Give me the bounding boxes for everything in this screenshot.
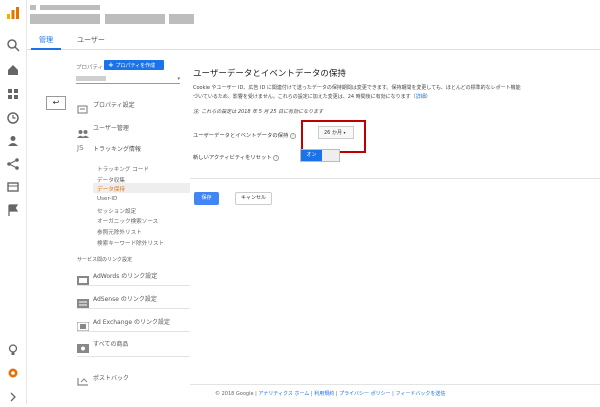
footer-link-analytics-home[interactable]: アナリティクス ホーム: [258, 391, 309, 397]
tracking-js-icon: JS: [77, 144, 84, 152]
acquisition-icon[interactable]: [6, 156, 20, 170]
expand-chevron-icon[interactable]: [8, 388, 22, 402]
nav-adwords-link[interactable]: AdWords のリンク設定: [93, 271, 157, 280]
person-icon[interactable]: [6, 133, 20, 147]
blurred-account: [40, 5, 100, 10]
adsense-icon: [77, 293, 89, 308]
divider: [190, 178, 600, 179]
property-selector[interactable]: ▾: [76, 76, 180, 84]
divider: [77, 331, 190, 332]
adexchange-icon: [76, 316, 90, 332]
divider: [190, 384, 600, 385]
footer-links: © 2018 Google | アナリティクス ホーム | 利用規約 | プライ…: [215, 391, 446, 397]
customization-icon[interactable]: [6, 86, 20, 100]
nav-referral-exclusion[interactable]: 参照元除外リスト: [97, 228, 142, 236]
data-retention-panel: ユーザーデータとイベントデータの保持 Cookie やユーザー ID、広告 ID…: [190, 50, 600, 382]
reset-toggle[interactable]: オン: [300, 149, 340, 162]
nav-tracking-code[interactable]: トラッキング コード: [97, 165, 149, 173]
divider: [77, 285, 190, 286]
save-button[interactable]: 保存: [194, 192, 219, 205]
behavior-icon[interactable]: [6, 179, 20, 193]
property-settings-icon: [77, 99, 89, 114]
page-title: ユーザーデータとイベントデータの保持: [193, 69, 346, 79]
help-icon[interactable]: ?: [273, 155, 280, 161]
blurred-account: [169, 14, 194, 24]
nav-tracking-info[interactable]: トラッキング情報: [93, 144, 141, 153]
divider: [77, 308, 190, 309]
nav-user-id[interactable]: User-ID: [97, 196, 117, 202]
toggle-on: オン: [301, 150, 322, 161]
nav-data-retention[interactable]: データ保持: [97, 185, 125, 193]
nav-adexchange-link[interactable]: Ad Exchange のリンク設定: [93, 317, 170, 326]
effective-note: 注: これらの設定は 2018 年 5 月 25 日に有効になります: [193, 109, 324, 115]
chevron-down-icon: ▾: [177, 76, 180, 82]
nav-search-term-exclusion[interactable]: 検索キーワード除外リスト: [97, 239, 164, 247]
back-button[interactable]: ↩: [46, 96, 66, 110]
admin-tabs: 管理 ユーザー: [27, 30, 600, 50]
cancel-button[interactable]: キャンセル: [235, 192, 272, 205]
home-icon[interactable]: [6, 62, 20, 76]
back-arrow-icon: ↩: [52, 98, 60, 107]
left-nav-rail: [0, 0, 27, 404]
detail-link[interactable]: 詳細: [416, 94, 426, 100]
tab-admin[interactable]: 管理: [39, 35, 53, 45]
all-products-icon: [77, 338, 89, 353]
blurred-account: [105, 14, 165, 24]
description-line-2: づいているため、影響を受けません。これらの設定に加えた変更は、24 時間後に有効…: [193, 94, 431, 100]
nav-all-products[interactable]: すべての商品: [93, 339, 128, 348]
description-line-1: Cookie やユーザー ID、広告 ID に関連付けて送ったデータの保持期間は…: [193, 85, 521, 91]
users-icon: [77, 123, 89, 138]
reset-activity-label: 新しいアクティビティをリセット ?: [193, 155, 280, 161]
tab-user[interactable]: ユーザー: [77, 35, 105, 45]
blurred-property-name: [76, 76, 106, 81]
property-column: プロパティ + プロパティを作成 ▾ ↩ プロパティ設定 ユーザー管理 JS ト…: [44, 50, 190, 386]
help-icon[interactable]: ?: [289, 133, 296, 139]
nav-property-settings[interactable]: プロパティ設定: [93, 100, 135, 109]
search-icon[interactable]: [6, 37, 20, 52]
blurred-account: [30, 5, 36, 10]
postback-icon: [77, 371, 89, 386]
copyright: © 2018 Google: [215, 391, 254, 397]
property-label: プロパティ: [76, 65, 104, 71]
flag-icon[interactable]: [6, 202, 20, 216]
divider: [77, 356, 190, 357]
footer-link-privacy[interactable]: プライバシー ポリシー: [339, 391, 391, 397]
account-bar: [27, 0, 600, 30]
footer-link-terms[interactable]: 利用規約: [314, 391, 334, 397]
nav-organic-search-sources[interactable]: オーガニック検索ソース: [97, 217, 158, 225]
lightbulb-icon[interactable]: [6, 342, 20, 356]
nav-adsense-link[interactable]: AdSense のリンク設定: [93, 294, 157, 303]
service-link-heading: サービス間のリンク設定: [77, 257, 133, 263]
plus-icon: +: [108, 61, 114, 69]
gear-icon[interactable]: [6, 365, 20, 379]
blurred-account: [30, 14, 100, 24]
footer-link-feedback[interactable]: フィードバックを送信: [395, 391, 445, 397]
adwords-icon: [77, 270, 89, 285]
analytics-logo-icon[interactable]: [6, 5, 20, 19]
clock-icon[interactable]: [6, 110, 20, 124]
nav-postback[interactable]: ポストバック: [93, 373, 129, 382]
nav-session-settings[interactable]: セッション設定: [97, 207, 136, 215]
create-property-button[interactable]: + プロパティを作成: [104, 60, 164, 70]
nav-user-management[interactable]: ユーザー管理: [93, 123, 129, 132]
retention-label: ユーザーデータとイベントデータの保持 ?: [193, 133, 296, 139]
